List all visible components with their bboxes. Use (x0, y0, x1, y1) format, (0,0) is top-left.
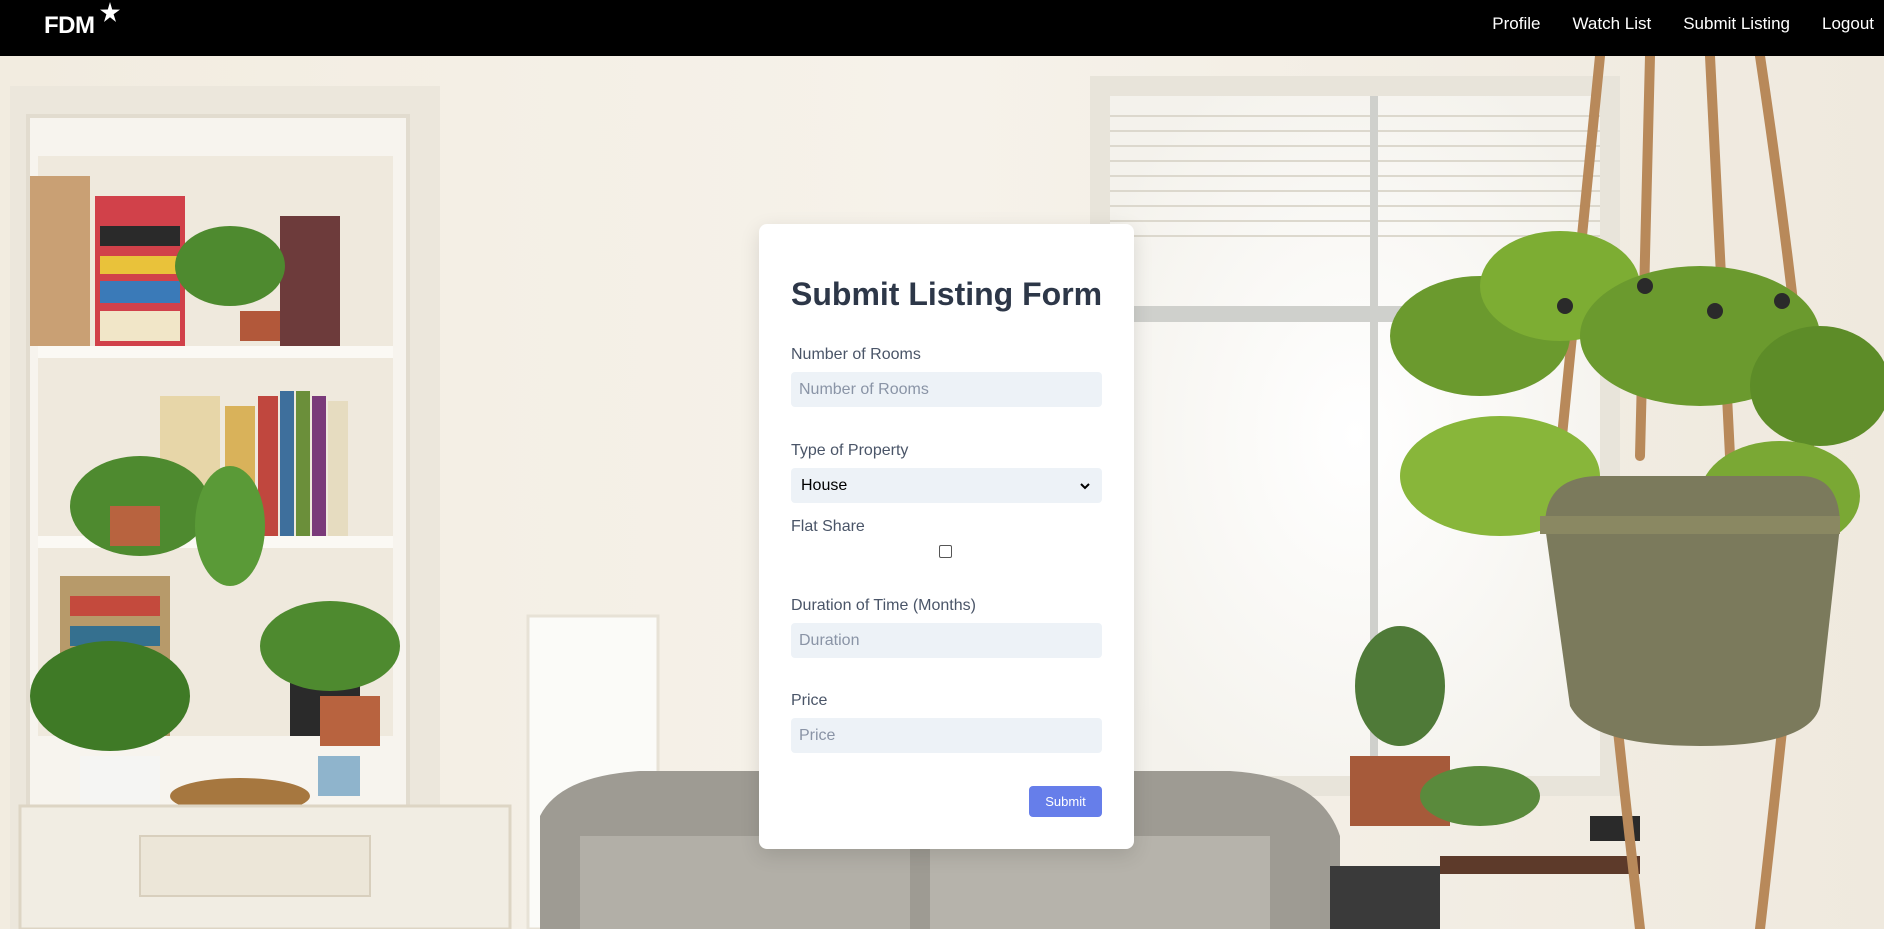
price-input[interactable] (791, 718, 1102, 753)
property-type-label: Type of Property (791, 442, 909, 459)
property-type-value: House (801, 476, 848, 494)
duration-input[interactable] (791, 623, 1102, 658)
chevron-down-icon (1080, 482, 1090, 489)
price-label: Price (791, 692, 828, 709)
property-type-select[interactable]: House (791, 468, 1102, 503)
fdm-logo[interactable]: FDM (44, 2, 124, 46)
star-icon (100, 2, 120, 22)
logo-text: FDM (44, 12, 95, 39)
submit-button[interactable]: Submit (1029, 786, 1102, 817)
nav-menu: Profile Watch List Submit Listing Logout (1460, 0, 1874, 48)
top-nav-bar: FDM Profile Watch List Submit Listing Lo… (0, 0, 1884, 56)
nav-profile-link[interactable]: Profile (1492, 14, 1540, 34)
form-title: Submit Listing Form (791, 276, 1103, 312)
flat-share-checkbox[interactable] (939, 545, 952, 558)
rooms-label: Number of Rooms (791, 346, 921, 363)
nav-logout-link[interactable]: Logout (1822, 14, 1874, 34)
nav-watch-list-link[interactable]: Watch List (1572, 14, 1651, 34)
flat-share-label: Flat Share (791, 518, 865, 535)
rooms-input[interactable] (791, 372, 1102, 407)
nav-submit-listing-link[interactable]: Submit Listing (1683, 14, 1790, 34)
submit-listing-card: Submit Listing Form Number of Rooms Type… (759, 224, 1134, 849)
duration-label: Duration of Time (Months) (791, 597, 976, 614)
